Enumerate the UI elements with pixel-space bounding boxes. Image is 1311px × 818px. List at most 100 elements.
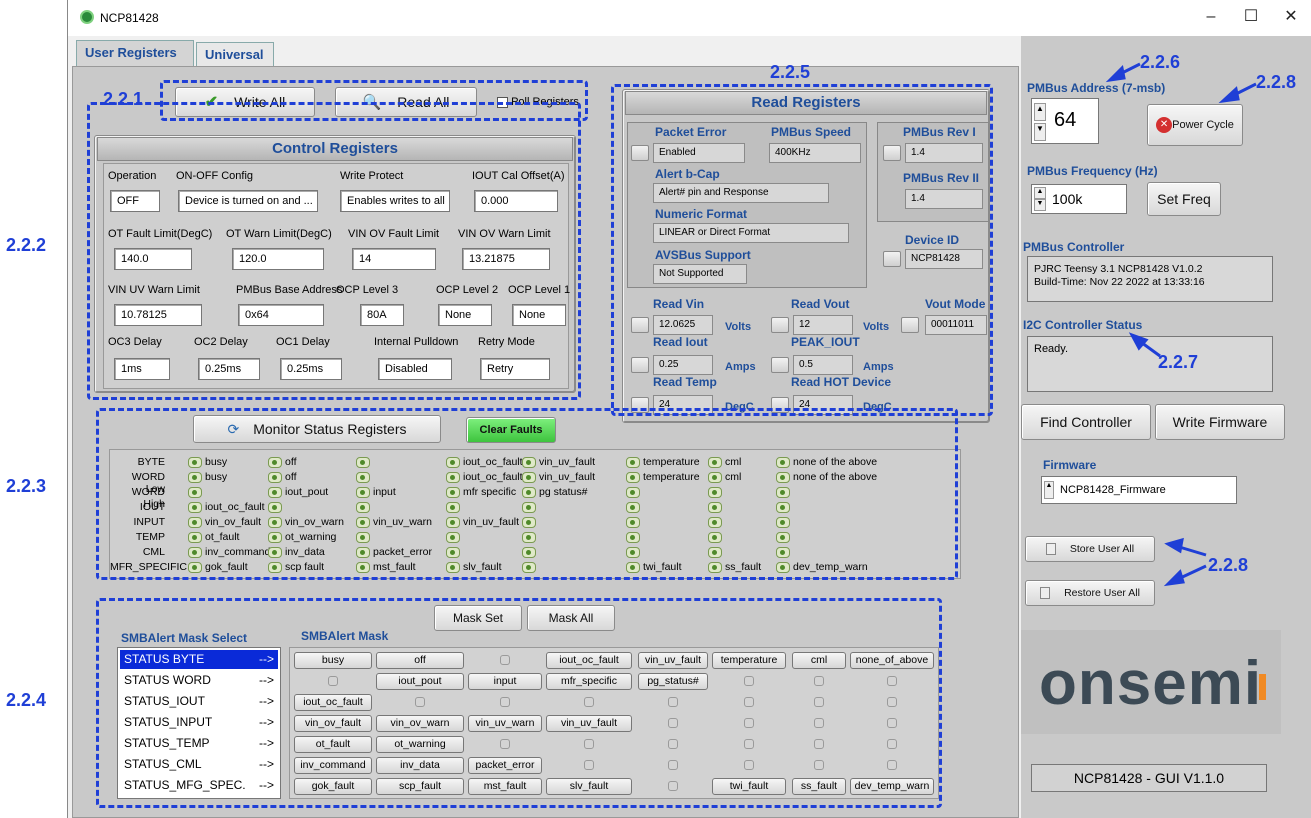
freq-up-icon[interactable]: ▲ bbox=[1034, 187, 1046, 199]
firmware-spinner[interactable]: ▲ NCP81428_Firmware bbox=[1041, 476, 1237, 504]
mask-bit-indicator[interactable] bbox=[415, 697, 425, 707]
ocp-level3-field[interactable]: 80A bbox=[360, 304, 404, 326]
oc3-delay-field[interactable]: 1ms bbox=[114, 358, 170, 380]
ot-fault-limit-field[interactable]: 140.0 bbox=[114, 248, 192, 270]
mask-all-button[interactable]: Mask All bbox=[527, 605, 615, 631]
set-freq-button[interactable]: Set Freq bbox=[1147, 182, 1221, 216]
spin-down-icon[interactable]: ▼ bbox=[1034, 123, 1046, 141]
read-iout-button[interactable] bbox=[631, 357, 649, 373]
write-firmware-button[interactable]: Write Firmware bbox=[1155, 404, 1285, 440]
maximize-button[interactable]: ☐ bbox=[1231, 4, 1271, 30]
pmbus-frequency-spinner[interactable]: ▲ ▼ 100k bbox=[1031, 184, 1127, 214]
mask-bit-indicator[interactable] bbox=[887, 697, 897, 707]
mask-bit-indicator[interactable] bbox=[668, 781, 678, 791]
mask-bit-indicator[interactable] bbox=[328, 676, 338, 686]
mask-bit-indicator[interactable] bbox=[668, 760, 678, 770]
power-cycle-button[interactable]: ✕Power Cycle bbox=[1147, 104, 1243, 146]
mask-bit-button[interactable]: twi_fault bbox=[712, 778, 786, 795]
mask-bit-indicator[interactable] bbox=[814, 697, 824, 707]
ocp-level2-field[interactable]: None bbox=[438, 304, 492, 326]
mask-bit-button[interactable]: inv_command bbox=[294, 757, 372, 774]
freq-down-icon[interactable]: ▼ bbox=[1034, 199, 1046, 211]
tab-universal[interactable]: Universal bbox=[196, 42, 274, 66]
mask-select-item[interactable]: STATUS BYTE--> bbox=[120, 650, 278, 669]
mask-bit-button[interactable]: gok_fault bbox=[294, 778, 372, 795]
device-id-read-button[interactable] bbox=[883, 251, 901, 267]
mask-bit-button[interactable]: pg_status# bbox=[638, 673, 708, 690]
mask-bit-indicator[interactable] bbox=[500, 655, 510, 665]
mask-bit-button[interactable]: packet_error bbox=[468, 757, 542, 774]
mask-select-item[interactable]: STATUS_INPUT--> bbox=[120, 713, 278, 732]
ot-warn-limit-field[interactable]: 120.0 bbox=[232, 248, 324, 270]
mask-bit-indicator[interactable] bbox=[887, 760, 897, 770]
read-temp-button[interactable] bbox=[631, 397, 649, 413]
mask-select-item[interactable]: STATUS_MFG_SPEC.--> bbox=[120, 776, 278, 795]
spin-up-icon[interactable]: ▲ bbox=[1034, 103, 1046, 121]
mask-bit-button[interactable]: cml bbox=[792, 652, 846, 669]
mask-bit-indicator[interactable] bbox=[887, 739, 897, 749]
mask-bit-button[interactable]: iout_pout bbox=[376, 673, 464, 690]
read-hot-button[interactable] bbox=[771, 397, 789, 413]
mask-bit-button[interactable]: mst_fault bbox=[468, 778, 542, 795]
mask-bit-indicator[interactable] bbox=[668, 697, 678, 707]
mask-select-item[interactable]: STATUS_CML--> bbox=[120, 755, 278, 774]
pmbus-address-spinner[interactable]: ▲ ▼ 64 bbox=[1031, 98, 1099, 144]
mask-bit-indicator[interactable] bbox=[584, 697, 594, 707]
mask-bit-indicator[interactable] bbox=[814, 739, 824, 749]
monitor-status-button[interactable]: ⟳Monitor Status Registers bbox=[193, 415, 441, 443]
mask-bit-button[interactable]: vin_ov_fault bbox=[294, 715, 372, 732]
packet-error-read-button[interactable] bbox=[631, 145, 649, 161]
operation-field[interactable]: OFF bbox=[110, 190, 160, 212]
minimize-button[interactable]: – bbox=[1191, 4, 1231, 30]
restore-user-all-button[interactable]: Restore User All bbox=[1025, 580, 1155, 606]
mask-bit-indicator[interactable] bbox=[814, 676, 824, 686]
mask-bit-button[interactable]: busy bbox=[294, 652, 372, 669]
poll-registers-checkbox[interactable]: Poll Registers bbox=[497, 96, 579, 108]
mask-bit-button[interactable]: vin_uv_warn bbox=[468, 715, 542, 732]
mask-bit-button[interactable]: iout_oc_fault bbox=[294, 694, 372, 711]
mask-bit-indicator[interactable] bbox=[584, 739, 594, 749]
mask-bit-button[interactable]: vin_uv_fault bbox=[638, 652, 708, 669]
vin-ov-fault-limit-field[interactable]: 14 bbox=[352, 248, 436, 270]
read-vout-button[interactable] bbox=[771, 317, 789, 333]
mask-select-item[interactable]: STATUS_TEMP--> bbox=[120, 734, 278, 753]
mask-set-button[interactable]: Mask Set bbox=[434, 605, 522, 631]
mask-bit-button[interactable]: none_of_above bbox=[850, 652, 934, 669]
mask-bit-indicator[interactable] bbox=[744, 676, 754, 686]
mask-bit-button[interactable]: mfr_specific bbox=[546, 673, 632, 690]
read-all-button[interactable]: 🔍Read All bbox=[335, 87, 477, 117]
retry-mode-field[interactable]: Retry bbox=[480, 358, 550, 380]
mask-bit-button[interactable]: vin_uv_fault bbox=[546, 715, 632, 732]
mask-bit-button[interactable]: scp_fault bbox=[376, 778, 464, 795]
close-button[interactable]: ✕ bbox=[1271, 4, 1311, 30]
mask-bit-button[interactable]: input bbox=[468, 673, 542, 690]
read-vin-button[interactable] bbox=[631, 317, 649, 333]
mask-bit-indicator[interactable] bbox=[744, 760, 754, 770]
mask-bit-button[interactable]: vin_ov_warn bbox=[376, 715, 464, 732]
mask-select-list[interactable]: STATUS BYTE-->STATUS WORD-->STATUS_IOUT-… bbox=[117, 647, 281, 799]
mask-bit-indicator[interactable] bbox=[668, 718, 678, 728]
mask-bit-button[interactable]: ot_warning bbox=[376, 736, 464, 753]
mask-bit-indicator[interactable] bbox=[814, 718, 824, 728]
oc2-delay-field[interactable]: 0.25ms bbox=[198, 358, 260, 380]
mask-bit-button[interactable]: temperature bbox=[712, 652, 786, 669]
clear-faults-button[interactable]: Clear Faults bbox=[466, 417, 556, 443]
mask-bit-button[interactable]: ss_fault bbox=[792, 778, 846, 795]
mask-bit-button[interactable]: inv_data bbox=[376, 757, 464, 774]
mask-bit-indicator[interactable] bbox=[500, 739, 510, 749]
vout-mode-button[interactable] bbox=[901, 317, 919, 333]
mask-bit-indicator[interactable] bbox=[500, 697, 510, 707]
ocp-level1-field[interactable]: None bbox=[512, 304, 566, 326]
mask-bit-indicator[interactable] bbox=[584, 760, 594, 770]
mask-bit-indicator[interactable] bbox=[668, 739, 678, 749]
oc1-delay-field[interactable]: 0.25ms bbox=[280, 358, 342, 380]
mask-bit-indicator[interactable] bbox=[887, 676, 897, 686]
internal-pulldown-field[interactable]: Disabled bbox=[378, 358, 452, 380]
on-off-config-field[interactable]: Device is turned on and ... bbox=[178, 190, 318, 212]
mask-bit-button[interactable]: slv_fault bbox=[546, 778, 632, 795]
mask-bit-button[interactable]: dev_temp_warn bbox=[850, 778, 934, 795]
mask-bit-indicator[interactable] bbox=[744, 697, 754, 707]
mask-select-item[interactable]: STATUS WORD--> bbox=[120, 671, 278, 690]
mask-bit-indicator[interactable] bbox=[744, 718, 754, 728]
peak-iout-button[interactable] bbox=[771, 357, 789, 373]
